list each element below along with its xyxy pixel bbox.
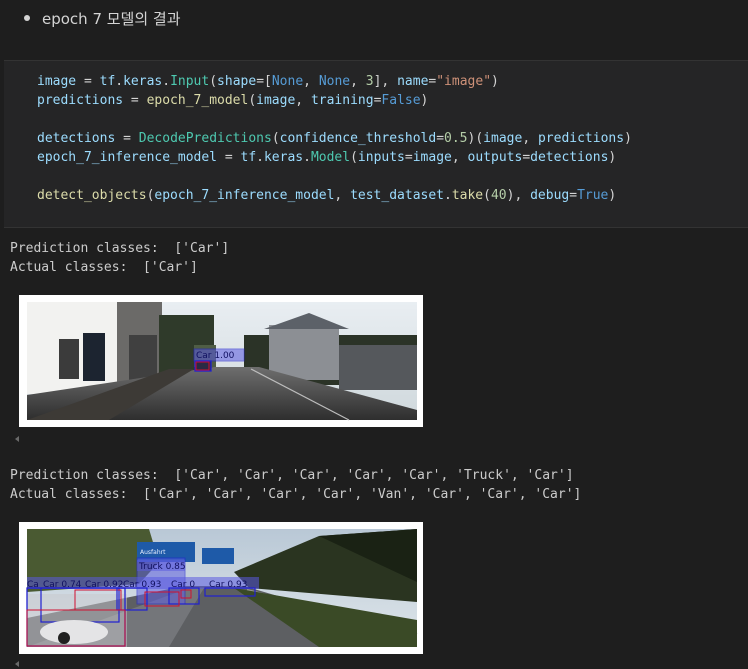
street-scene-2: Ausfahrt Truck 0.85 Ca Car 0.74 Car 0.92…	[26, 529, 418, 647]
actual-classes-2: Actual classes: ['Car', 'Car', 'Car', 'C…	[10, 487, 582, 502]
actual-classes-1: Actual classes: ['Car']	[10, 260, 198, 275]
car-label-1: Car 1.00	[196, 351, 235, 361]
code-cell[interactable]: image = tf.keras.Input(shape=[None, None…	[4, 60, 748, 228]
street-scene-1: Car 1.00	[27, 302, 417, 421]
prediction-classes-1: Prediction classes: ['Car']	[10, 241, 230, 256]
bullet-dot	[24, 15, 30, 21]
code-line: detections = DecodePredictions(confidenc…	[37, 131, 632, 146]
code-line: epoch_7_inference_model = tf.keras.Model…	[37, 150, 617, 165]
scroll-left-icon-2[interactable]	[15, 661, 19, 667]
code-line: predictions = epoch_7_model(image, train…	[37, 93, 429, 108]
road-sign-text: Ausfahrt	[140, 549, 166, 556]
markdown-text: epoch 7 모델의 결과	[42, 9, 181, 28]
code-line: detect_objects(epoch_7_inference_model, …	[37, 188, 617, 203]
code-line: image = tf.keras.Input(shape=[None, None…	[37, 74, 499, 89]
code-editor[interactable]: image = tf.keras.Input(shape=[None, None…	[4, 61, 748, 205]
scroll-left-icon[interactable]	[15, 436, 19, 442]
detection-image-1: Car 1.00	[19, 295, 423, 427]
prediction-classes-2: Prediction classes: ['Car', 'Car', 'Car'…	[10, 468, 574, 483]
markdown-bullet: epoch 7 모델의 결과	[24, 6, 181, 30]
truck-label: Truck 0.85	[138, 562, 186, 572]
detection-image-2: Ausfahrt Truck 0.85 Ca Car 0.74 Car 0.92…	[19, 522, 423, 654]
